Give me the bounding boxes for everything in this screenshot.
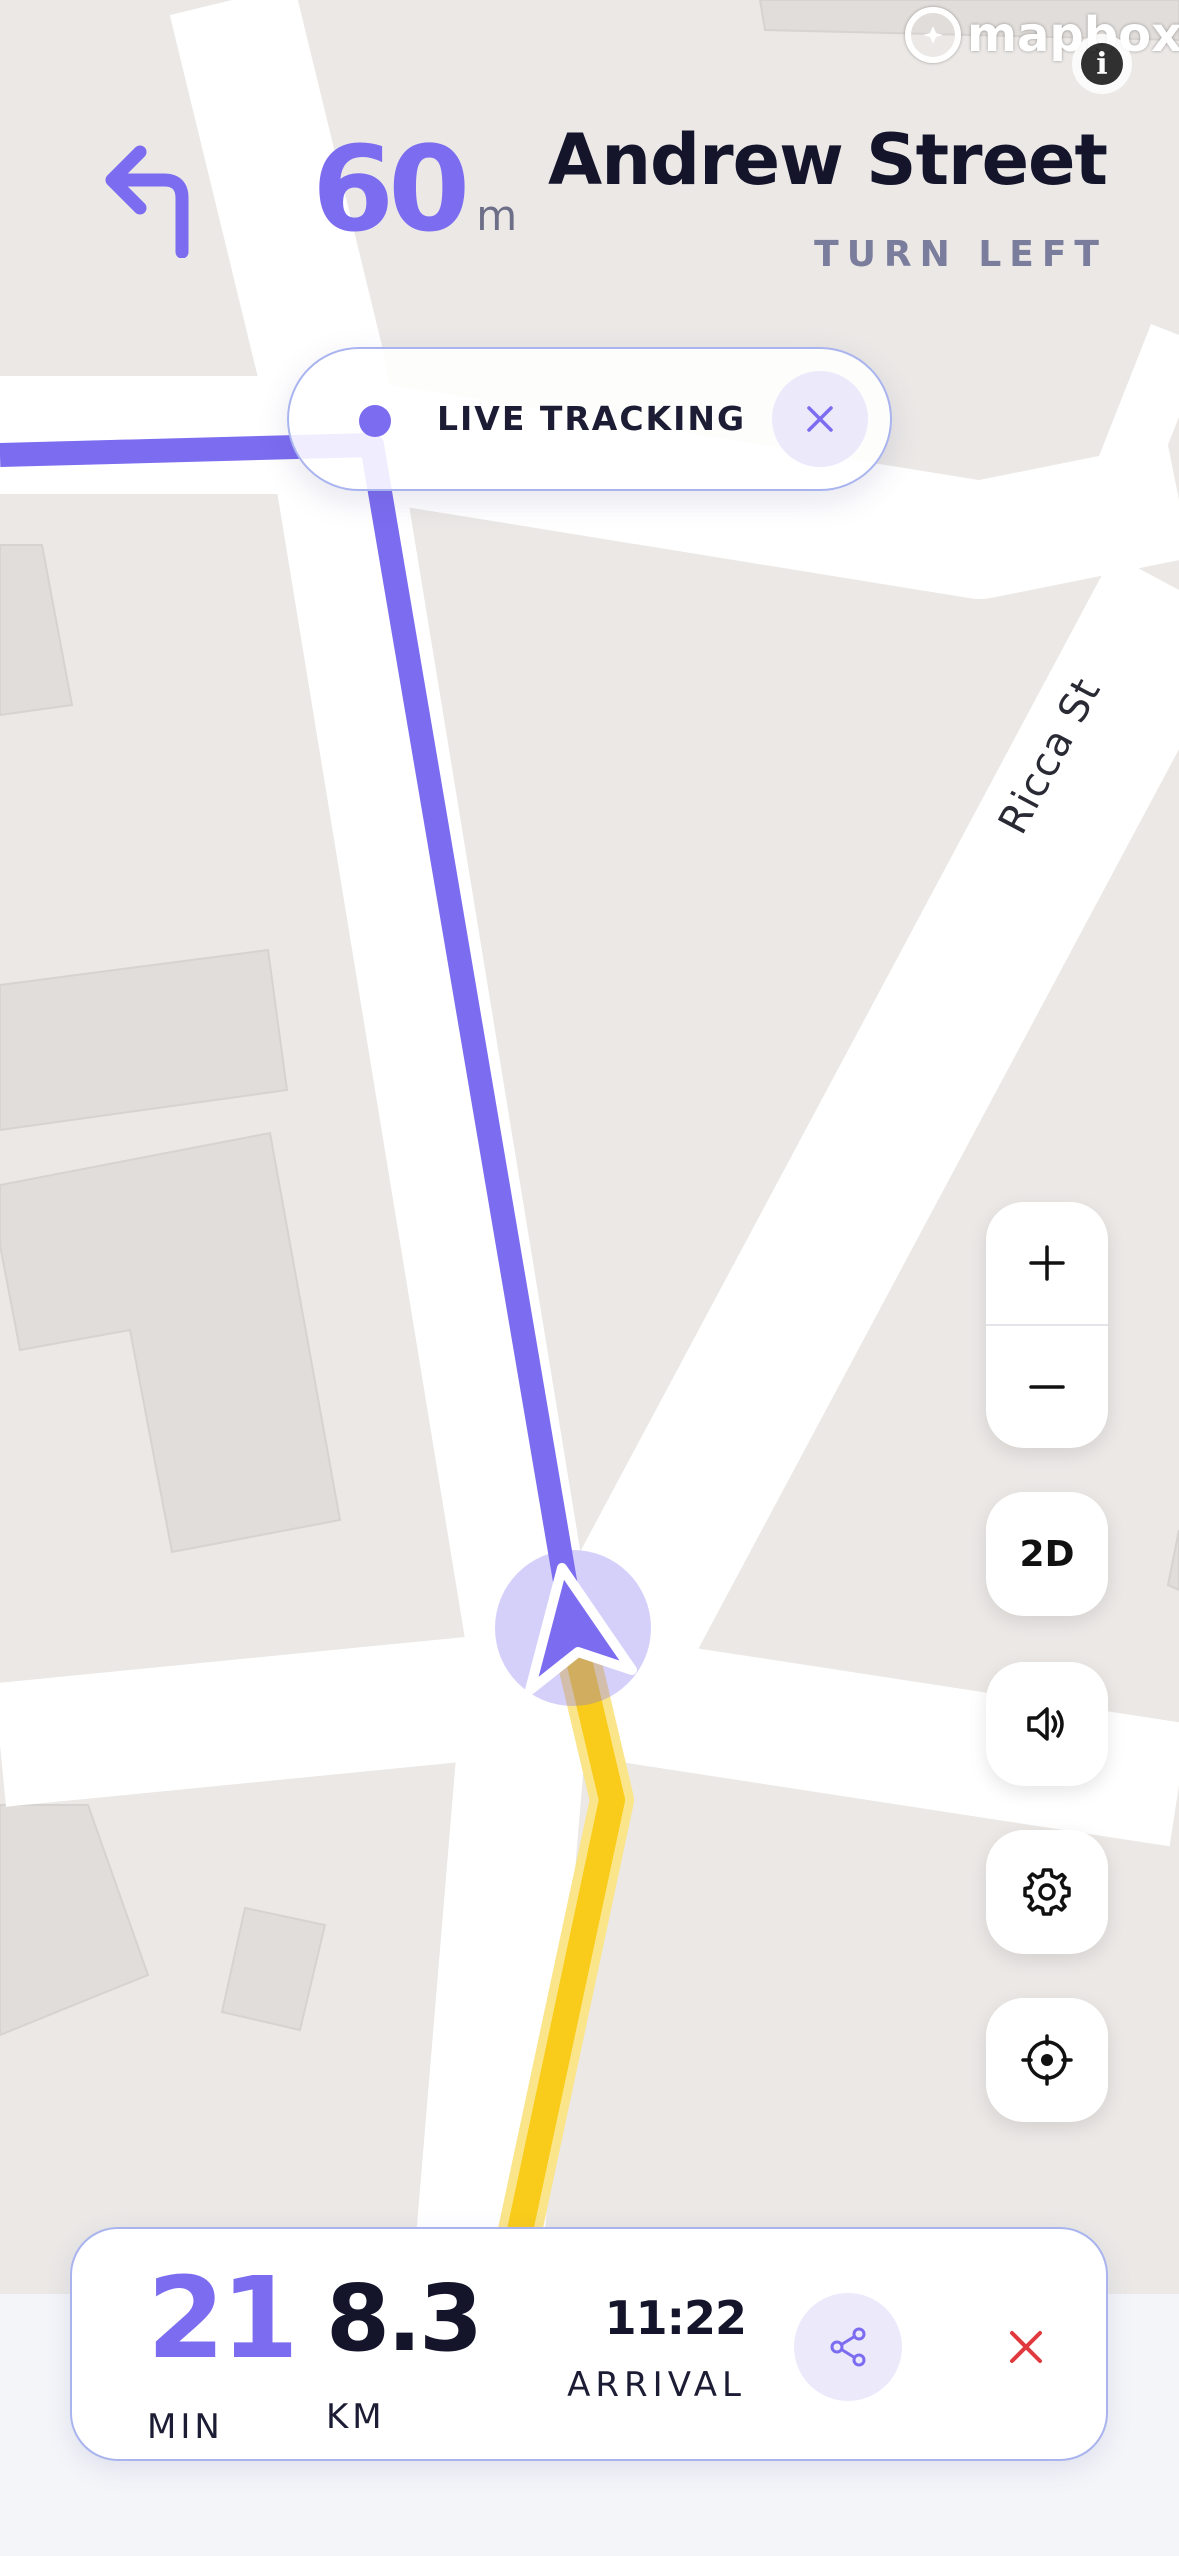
share-icon: [830, 2327, 866, 2367]
arrival-label: ARRIVAL: [567, 2365, 746, 2405]
live-tracking-label: LIVE TRACKING: [437, 399, 747, 438]
crosshair-icon: [1021, 2034, 1073, 2086]
remaining-distance-value: 8.3: [326, 2265, 483, 2372]
settings-button[interactable]: [986, 1830, 1108, 1954]
info-icon: i: [1081, 43, 1123, 85]
view-mode-toggle-button[interactable]: 2D: [986, 1492, 1108, 1616]
share-trip-button[interactable]: [794, 2293, 902, 2401]
live-tracking-close-button[interactable]: [772, 371, 868, 467]
turn-left-arrow-icon: [105, 145, 189, 258]
close-icon: [1010, 2331, 1042, 2363]
mapbox-logo: mapbox: [905, 0, 1179, 70]
mapbox-mark-icon: [905, 7, 961, 63]
arrival-time-value: 11:22: [604, 2291, 747, 2345]
eta-minutes-unit: MIN: [147, 2407, 224, 2447]
maneuver-distance-value: 60: [312, 120, 470, 258]
attribution-info-button[interactable]: i: [1072, 34, 1132, 94]
maneuver-distance: 60 m: [312, 130, 517, 248]
trip-summary-panel: 21 MIN 8.3 KM 11:22 ARRIVAL: [70, 2227, 1108, 2461]
street-name: Andrew Street: [548, 119, 1108, 201]
minus-icon: [1029, 1385, 1065, 1389]
end-navigation-button[interactable]: [972, 2293, 1080, 2401]
eta-minutes-value: 21: [147, 2254, 299, 2384]
speaker-icon: [1027, 1707, 1064, 1741]
gear-icon: [1023, 1868, 1071, 1916]
remaining-distance-unit: KM: [326, 2397, 386, 2437]
live-tracking-pill[interactable]: LIVE TRACKING: [287, 347, 892, 491]
recenter-button[interactable]: [986, 1998, 1108, 2122]
navigation-screen: mapbox i 60 m Andrew Street TURN LEFT LI…: [0, 0, 1179, 2556]
maneuver-distance-unit: m: [476, 191, 518, 240]
close-icon: [807, 406, 833, 432]
sound-toggle-button[interactable]: [986, 1662, 1108, 1786]
plus-icon: [1029, 1245, 1065, 1281]
zoom-in-button[interactable]: [986, 1202, 1108, 1324]
maneuver-text: TURN LEFT: [814, 234, 1107, 275]
zoom-out-button[interactable]: [986, 1326, 1108, 1448]
zoom-control: [986, 1202, 1108, 1448]
live-indicator-dot: [359, 405, 391, 437]
